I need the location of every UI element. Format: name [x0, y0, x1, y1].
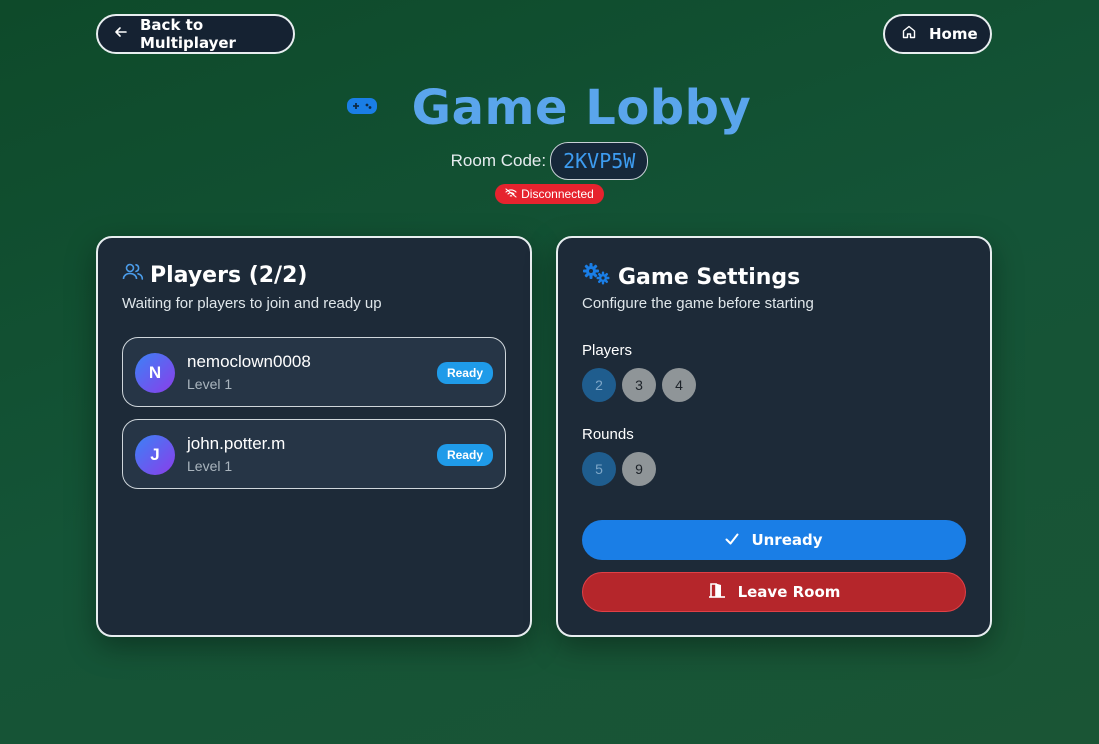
players-setting-label: Players [582, 342, 633, 359]
avatar: N [135, 353, 175, 393]
gears-icon [582, 262, 612, 292]
connection-status-text: Disconnected [521, 187, 594, 201]
players-title-text: Players (2/2) [150, 262, 308, 288]
back-to-multiplayer-button[interactable]: Back to Multiplayer [96, 14, 295, 54]
players-subtitle: Waiting for players to join and ready up [122, 295, 382, 312]
unready-button[interactable]: Unready [582, 520, 966, 560]
avatar: J [135, 435, 175, 475]
player-card: J john.potter.m Level 1 Ready [122, 419, 506, 489]
player-count-option[interactable]: 2 [582, 368, 616, 402]
player-count-option[interactable]: 3 [622, 368, 656, 402]
leave-room-button-label: Leave Room [737, 583, 841, 601]
home-button-label: Home [929, 25, 978, 43]
settings-title-text: Game Settings [618, 264, 801, 290]
home-button[interactable]: Home [883, 14, 992, 54]
ready-badge: Ready [436, 444, 493, 466]
gamepad-icon [346, 96, 378, 121]
page-title: Game Lobby [411, 80, 752, 136]
check-icon [725, 531, 739, 549]
game-settings-panel: Game Settings Configure the game before … [556, 236, 992, 637]
player-name: nemoclown0008 [187, 352, 311, 371]
unready-button-label: Unready [751, 531, 823, 549]
ready-badge: Ready [436, 362, 493, 384]
users-icon [122, 262, 144, 288]
player-count-options: 2 3 4 [582, 368, 696, 402]
players-panel: Players (2/2) Waiting for players to joi… [96, 236, 532, 637]
round-count-option[interactable]: 9 [622, 452, 656, 486]
back-button-label: Back to Multiplayer [140, 16, 236, 52]
player-level: Level 1 [187, 458, 233, 474]
settings-panel-title: Game Settings [582, 262, 800, 292]
round-count-option[interactable]: 5 [582, 452, 616, 486]
arrow-left-icon [114, 25, 128, 43]
player-level: Level 1 [187, 376, 233, 392]
room-code-label: Room Code: [450, 151, 547, 170]
door-icon [708, 582, 726, 602]
player-count-option[interactable]: 4 [662, 368, 696, 402]
settings-subtitle: Configure the game before starting [582, 295, 814, 312]
players-panel-title: Players (2/2) [122, 262, 307, 288]
room-code[interactable]: 2KVP5W [550, 142, 649, 180]
connection-status-badge: Disconnected [495, 184, 604, 204]
player-card: N nemoclown0008 Level 1 Ready [122, 337, 506, 407]
leave-room-button[interactable]: Leave Room [582, 572, 966, 612]
player-name: john.potter.m [187, 434, 286, 453]
round-count-options: 5 9 [582, 452, 656, 486]
wifi-off-icon [505, 187, 517, 201]
rounds-setting-label: Rounds [582, 426, 634, 443]
house-icon [901, 24, 917, 44]
lobby-header: Game Lobby Room Code: 2KVP5W Disconnecte… [0, 80, 1099, 204]
